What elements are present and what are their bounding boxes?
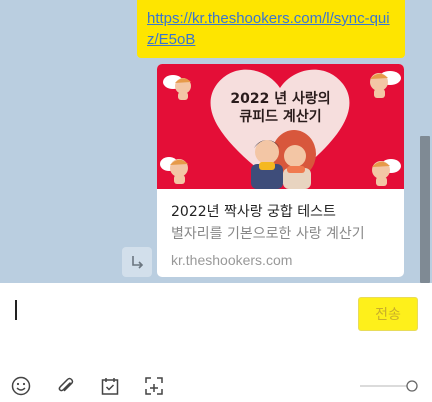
capture-icon[interactable]	[143, 375, 165, 397]
preview-image-title-line2: 큐피드 계산기	[239, 109, 322, 125]
link-preview-card[interactable]: 2022 년 사랑의 큐피드 계산기 2022년 짝사랑 궁합 테스트 별자리를…	[157, 64, 404, 277]
share-arrow-icon	[132, 256, 144, 269]
emoji-icon[interactable]	[10, 375, 32, 397]
cupid-icon	[370, 71, 401, 98]
preview-card-body: 2022년 짝사랑 궁합 테스트 별자리를 기본으로한 사랑 계산기 kr.th…	[157, 189, 404, 271]
couple-illustration	[251, 130, 316, 189]
calendar-check-icon[interactable]	[99, 375, 121, 397]
cupid-icon	[372, 159, 401, 186]
link-message-url[interactable]: https://kr.theshookers.com/l/sync-quiz/E…	[147, 8, 397, 50]
text-cursor	[15, 300, 17, 320]
link-message-bubble[interactable]: https://kr.theshookers.com/l/sync-quiz/E…	[137, 0, 405, 58]
share-button[interactable]	[122, 247, 152, 277]
send-button[interactable]: 전송	[358, 297, 418, 331]
scrollbar-thumb[interactable]	[420, 136, 430, 283]
chat-scrollbar[interactable]	[418, 0, 432, 283]
message-input-area[interactable]: 전송	[0, 283, 432, 402]
preview-title: 2022년 짝사랑 궁합 테스트	[171, 204, 336, 220]
opacity-slider[interactable]	[358, 379, 420, 393]
preview-image: 2022 년 사랑의 큐피드 계산기	[157, 64, 404, 189]
preview-domain: kr.theshookers.com	[171, 252, 293, 268]
cupid-icon	[160, 157, 188, 184]
paperclip-icon[interactable]	[55, 375, 77, 397]
chat-area: https://kr.theshookers.com/l/sync-quiz/E…	[0, 0, 432, 283]
preview-description: 별자리를 기본으로한 사랑 계산기	[171, 226, 365, 242]
cupid-icon	[163, 75, 191, 100]
